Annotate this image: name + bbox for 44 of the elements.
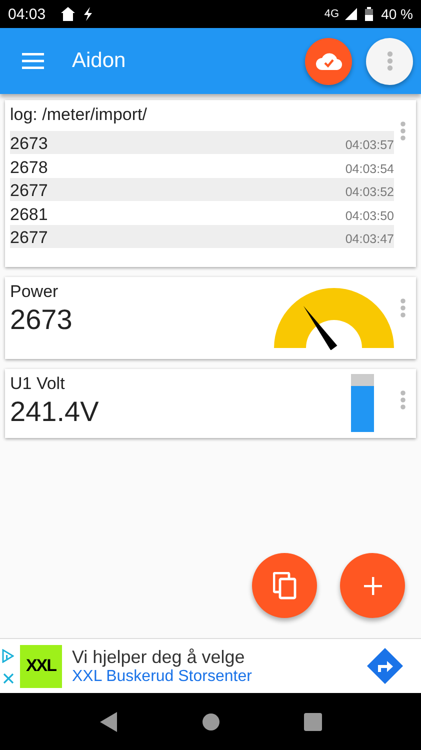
copy-icon [272, 572, 296, 600]
ad-headline: Vi hjelper deg å velge [72, 646, 246, 668]
more-icon[interactable] [400, 390, 406, 410]
log-value: 2678 [10, 158, 48, 178]
signal-icon [345, 8, 360, 20]
log-time: 04:03:50 [345, 208, 394, 225]
widget-label: Power [10, 282, 60, 302]
log-value: 2681 [10, 204, 48, 225]
network-type: 4G [324, 8, 340, 20]
log-time: 04:03:54 [345, 162, 394, 178]
menu-icon[interactable] [22, 53, 44, 69]
add-button[interactable] [340, 553, 405, 618]
ad-logo: XXL [20, 644, 62, 688]
copy-button[interactable] [252, 553, 317, 618]
bolt-icon [82, 6, 94, 22]
more-button[interactable] [366, 38, 413, 84]
more-icon[interactable] [400, 298, 406, 318]
back-icon[interactable] [100, 712, 118, 732]
log-value: 2677 [10, 228, 48, 248]
widget-value: 241.4V [10, 396, 100, 428]
log-time: 04:03:52 [345, 185, 394, 202]
home-button-icon[interactable] [202, 712, 220, 730]
plus-icon [364, 576, 382, 594]
status-time: 04:03 [8, 6, 46, 22]
directions-icon[interactable] [366, 647, 404, 685]
ad-advertiser: XXL Buskerud Storsenter [72, 668, 252, 686]
cloud-check-icon [316, 52, 342, 70]
log-time: 04:03:47 [345, 232, 394, 248]
widget-value: 2673 [10, 304, 74, 336]
widget-label: U1 Volt [10, 374, 66, 394]
recents-icon[interactable] [304, 712, 322, 730]
more-icon[interactable] [400, 121, 406, 141]
log-value: 2677 [10, 181, 48, 202]
log-value: 2673 [10, 134, 48, 154]
close-icon[interactable] [2, 672, 14, 684]
battery-percent: 40 % [381, 6, 413, 22]
more-icon [386, 51, 392, 71]
home-icon [60, 6, 76, 22]
cloud-check-button[interactable] [305, 38, 352, 84]
log-time: 04:03:57 [345, 138, 394, 154]
app-title: Aidon [72, 49, 126, 73]
log-title: log: /meter/import/ [10, 105, 148, 125]
battery-icon [365, 7, 374, 21]
ad-choices-icon[interactable] [2, 648, 14, 662]
